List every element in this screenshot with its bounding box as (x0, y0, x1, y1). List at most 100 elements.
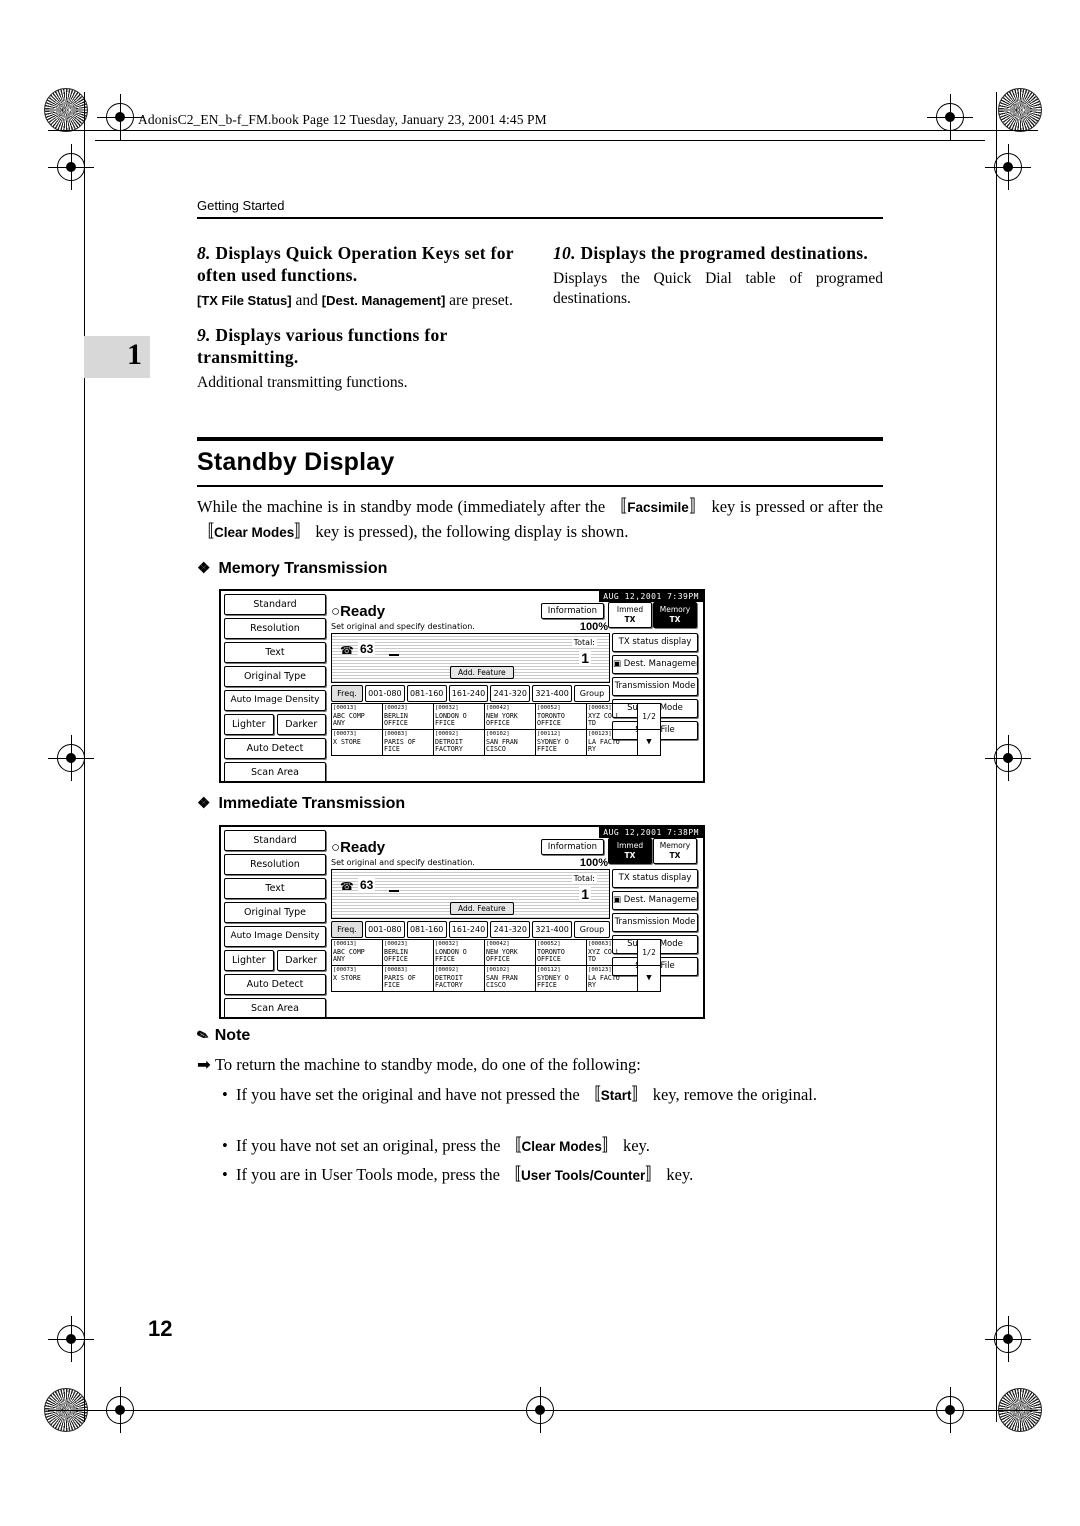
quick-dial-cell[interactable]: [00102] SAN FRAN CISCO (484, 965, 536, 992)
add-feature-button-memory[interactable]: Add. Feature (450, 666, 514, 679)
quick-dial-cell[interactable]: [00123] LA FACTO RY (586, 965, 638, 992)
note-bullet-1-post: key, remove the original. (648, 1085, 818, 1104)
note-bullet-3-pre: If you are in User Tools mode, press the (236, 1165, 505, 1184)
quick-dial-line2: FACTORY (435, 981, 463, 989)
handset-icon-immediate: ☎ (340, 880, 354, 893)
quick-dial-cell[interactable]: [00032] LONDON O FFICE (433, 939, 485, 966)
range-001-080-memory[interactable]: 001-080 (365, 685, 405, 702)
quick-dial-cell[interactable]: [00092] DETROIT FACTORY (433, 965, 485, 992)
quick-dial-cell[interactable]: [00013] ABC COMP ANY (331, 703, 383, 730)
immediate-tx-button-immediate[interactable]: Immed TX (608, 838, 652, 864)
item-8-body-post: are preset. (445, 292, 513, 309)
quick-dial-cell[interactable]: [00023] BERLIN OFFICE (382, 703, 434, 730)
dest-management-button-memory[interactable]: ▣ Dest. Management (612, 655, 698, 674)
add-feature-button-immediate[interactable]: Add. Feature (450, 902, 514, 915)
button-auto-detect[interactable]: Auto Detect (224, 974, 326, 995)
range-321-400-immediate[interactable]: 321-400 (532, 921, 572, 938)
chapter-tab-number: 1 (127, 338, 142, 371)
quick-dial-cell[interactable]: [00042] NEW YORK OFFICE (484, 703, 536, 730)
information-button-immediate[interactable]: Information (540, 839, 604, 855)
button-scan-area[interactable]: Scan Area (224, 998, 326, 1017)
status-badge-immediate: ○Ready (331, 839, 386, 856)
item-10-body: Displays the Quick Dial table of program… (553, 270, 883, 307)
button-text[interactable]: Text (224, 878, 326, 899)
registration-target-center-left (48, 735, 94, 781)
scroll-down-button-immediate[interactable]: ▼ (637, 965, 661, 992)
range-241-320-memory[interactable]: 241-320 (490, 685, 531, 702)
button-standard[interactable]: Standard (224, 830, 326, 851)
quick-dial-line2: FFICE (537, 745, 557, 753)
button-lighter[interactable]: Lighter (224, 950, 274, 971)
memory-tx-button-immediate[interactable]: Memory TX (653, 838, 697, 864)
range-081-160-immediate[interactable]: 081-160 (406, 921, 447, 938)
quick-dial-cell[interactable]: [00112] SYDNEY O FFICE (535, 965, 587, 992)
section-rule-bottom (197, 485, 883, 487)
button-auto-image-density[interactable]: Auto Image Density (224, 926, 326, 947)
registration-target-top-left (97, 94, 143, 140)
group-button-memory[interactable]: Group (573, 685, 610, 702)
button-scan-area[interactable]: Scan Area (224, 762, 326, 781)
book-filename-line: AdonisC2_EN_b-f_FM.book Page 12 Tuesday,… (138, 112, 547, 127)
quick-dial-cell[interactable]: [00032] LONDON O FFICE (433, 703, 485, 730)
item-8-body-mid: and (291, 292, 322, 309)
button-auto-image-density[interactable]: Auto Image Density (224, 690, 326, 711)
tx-file-status-key: [TX File Status] (197, 293, 292, 308)
range-161-240-memory[interactable]: 161-240 (448, 685, 489, 702)
quick-dial-line2: RY (588, 981, 596, 989)
freq-button-immediate[interactable]: Freq. (331, 921, 363, 938)
quick-dial-cell[interactable]: [00073] X STORE (331, 729, 383, 756)
range-321-400-memory[interactable]: 321-400 (532, 685, 572, 702)
text-cursor-immediate (389, 890, 399, 892)
button-standard[interactable]: Standard (224, 594, 326, 615)
range-161-240-immediate[interactable]: 161-240 (448, 921, 489, 938)
quick-dial-cell[interactable]: [00083] PARIS OF FICE (382, 729, 434, 756)
registration-target-low-right (985, 1316, 1031, 1362)
quick-dial-cell[interactable]: [00083] PARIS OF FICE (382, 965, 434, 992)
quick-dial-cell[interactable]: [00063] XYZ CO.L TD (586, 703, 638, 730)
tx-status-display-button-immediate[interactable]: TX status display (612, 869, 698, 888)
range-001-080-immediate[interactable]: 001-080 (365, 921, 405, 938)
freq-button-memory[interactable]: Freq. (331, 685, 363, 702)
quick-dial-cell[interactable]: [00102] SAN FRAN CISCO (484, 729, 536, 756)
dest-management-button-immediate[interactable]: ▣ Dest. Management (612, 891, 698, 910)
button-original-type[interactable]: Original Type (224, 666, 326, 687)
button-lighter[interactable]: Lighter (224, 714, 274, 735)
note-bullet-3: • If you are in User Tools mode, press t… (222, 1163, 882, 1188)
frequency-row-immediate: Freq. 001-080 081-160 161-240 241-320 32… (331, 921, 610, 938)
quick-dial-cell[interactable]: [00042] NEW YORK OFFICE (484, 939, 536, 966)
note-bullet-2: • If you have not set an original, press… (222, 1134, 882, 1159)
range-241-320-immediate[interactable]: 241-320 (490, 921, 531, 938)
quick-dial-cell[interactable]: [00112] SYDNEY O FFICE (535, 729, 587, 756)
quick-dial-cell[interactable]: [00052] TORONTO OFFICE (535, 703, 587, 730)
scroll-down-button-memory[interactable]: ▼ (637, 729, 661, 756)
registration-target-mid-left (48, 144, 94, 190)
quick-dial-cell[interactable]: [00013] ABC COMP ANY (331, 939, 383, 966)
button-darker[interactable]: Darker (276, 714, 326, 735)
quick-dial-cell[interactable]: [00023] BERLIN OFFICE (382, 939, 434, 966)
button-text[interactable]: Text (224, 642, 326, 663)
quick-dial-cell[interactable]: [00092] DETROIT FACTORY (433, 729, 485, 756)
destination-number-immediate: 63 (358, 878, 376, 892)
group-button-immediate[interactable]: Group (573, 921, 610, 938)
immediate-tx-button-memory[interactable]: Immed TX (608, 602, 652, 628)
button-resolution[interactable]: Resolution (224, 854, 326, 875)
facsimile-key: 〚Facsimile〛 (609, 497, 707, 516)
button-auto-detect[interactable]: Auto Detect (224, 738, 326, 759)
transmission-mode-button-immediate[interactable]: Transmission Mode (612, 913, 698, 932)
button-darker[interactable]: Darker (276, 950, 326, 971)
quick-dial-line2: TD (588, 719, 596, 727)
tx-status-display-button-memory[interactable]: TX status display (612, 633, 698, 652)
lcd-main-area-memory: ○Ready Information Immed TX Memory TX Se… (329, 602, 700, 778)
button-resolution[interactable]: Resolution (224, 618, 326, 639)
quick-dial-cell[interactable]: [00123] LA FACTO RY (586, 729, 638, 756)
quick-dial-cell[interactable]: [00052] TORONTO OFFICE (535, 939, 587, 966)
button-original-type[interactable]: Original Type (224, 902, 326, 923)
range-081-160-memory[interactable]: 081-160 (406, 685, 447, 702)
transmission-mode-button-memory[interactable]: Transmission Mode (612, 677, 698, 696)
memory-tx-button-memory[interactable]: Memory TX (653, 602, 697, 628)
information-button-memory[interactable]: Information (540, 603, 604, 619)
item-10-heading-text: Displays the programed destinations. (580, 243, 869, 263)
quick-dial-cell[interactable]: [00063] XYZ CO.L TD (586, 939, 638, 966)
header-divider (95, 140, 985, 141)
quick-dial-cell[interactable]: [00073] X STORE (331, 965, 383, 992)
